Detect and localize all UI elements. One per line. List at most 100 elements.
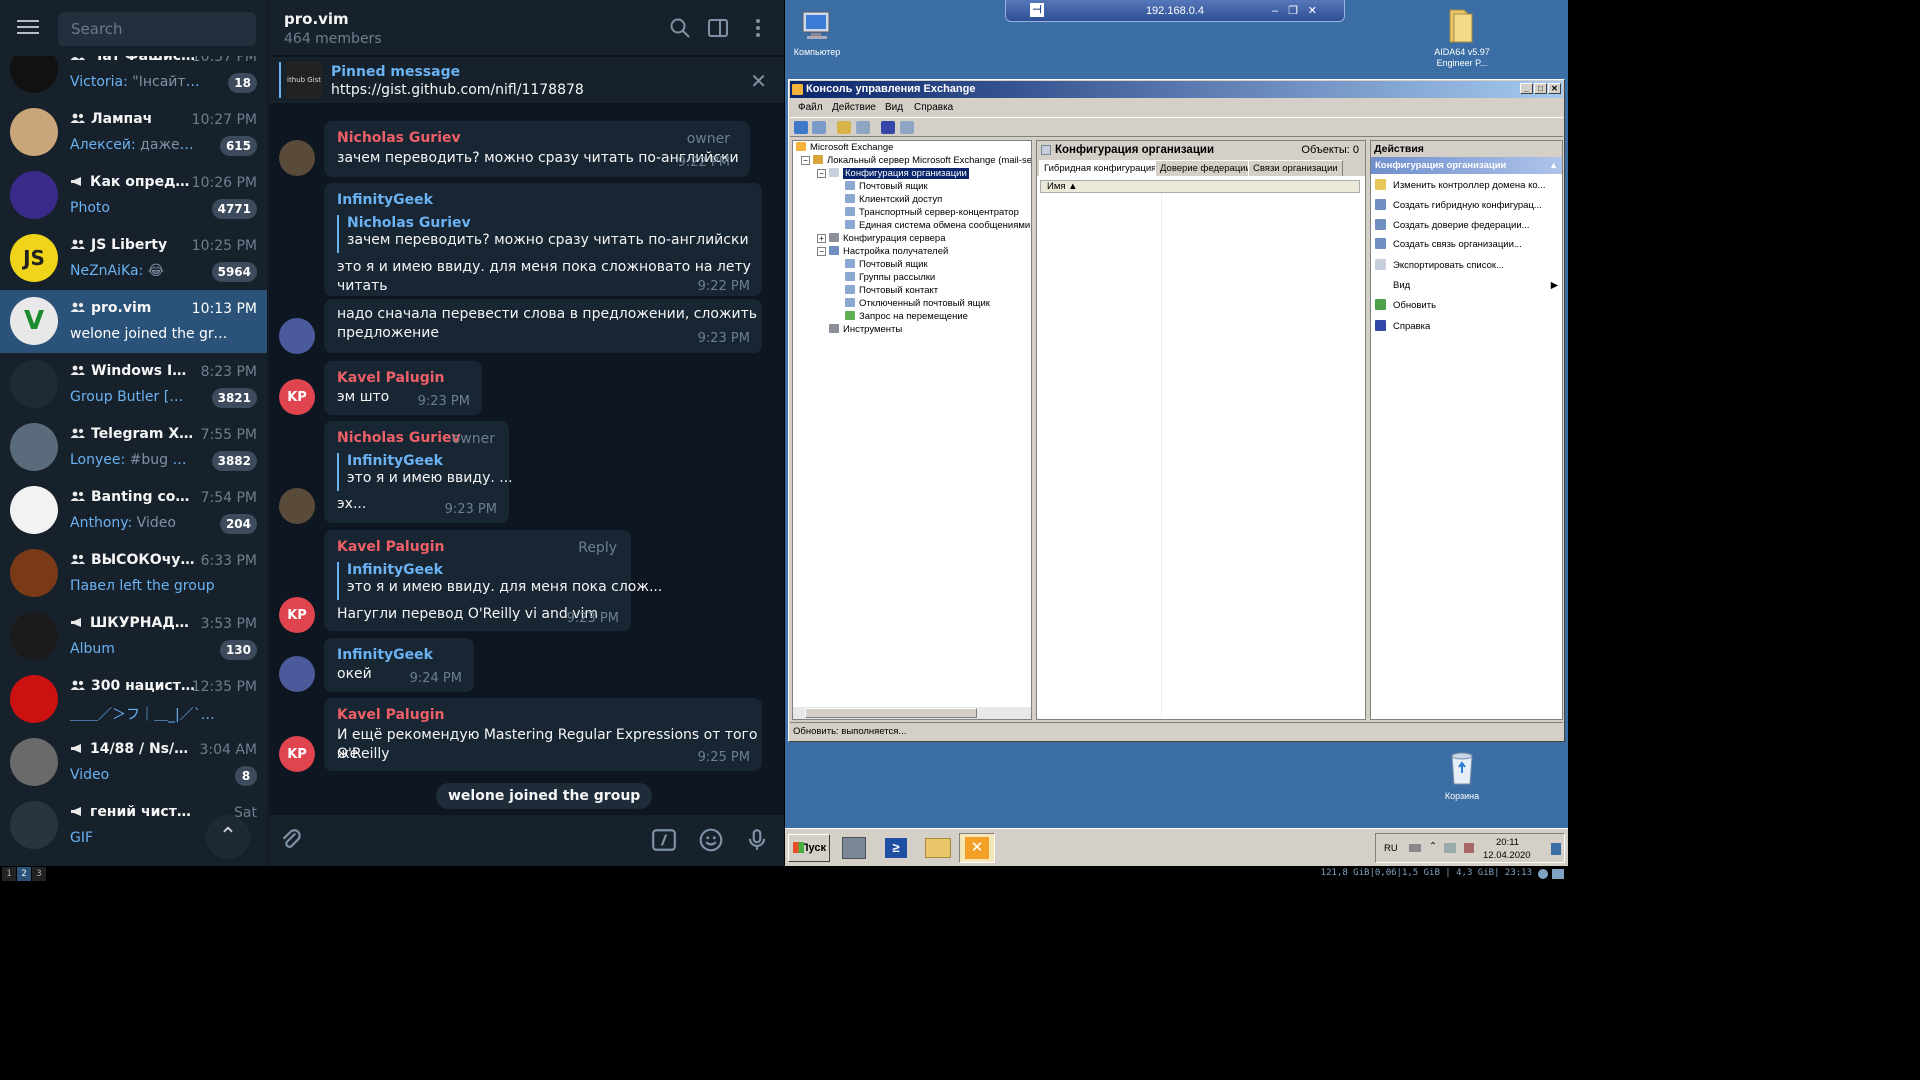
maximize-button[interactable]: □ — [1534, 83, 1547, 94]
chat-list-item[interactable]: JS JS Liberty 10:25 PM NeZnAiKa: 😂 5964 — [0, 227, 267, 290]
reply-quote[interactable]: Nicholas Guriev зачем переводить? можно … — [337, 215, 749, 253]
message-bubble[interactable]: Kavel Palugin эм што 9:23 PM — [324, 361, 482, 415]
message-author[interactable]: Kavel Palugin — [337, 707, 444, 723]
reply-quote[interactable]: InfinityGeek это я и имею ввиду. для мен… — [337, 562, 662, 600]
network-icon[interactable] — [1444, 843, 1456, 853]
action-new-organization-relationship[interactable]: Создать связь организации... — [1375, 237, 1522, 253]
collapse-toggle[interactable]: − — [817, 247, 826, 256]
message-bubble[interactable]: InfinityGeek окей 9:24 PM — [324, 638, 474, 692]
chat-list-item[interactable]: 14/88 / Ns/Wp P...3:04 AM Video 8 — [0, 731, 267, 794]
expand-toggle[interactable]: + — [817, 234, 826, 243]
avatar[interactable] — [279, 656, 315, 692]
show-hide-action-pane-icon[interactable] — [900, 121, 914, 134]
input-language[interactable]: RU — [1384, 843, 1398, 854]
tree-node[interactable]: Отключенный почтовый ящик — [845, 298, 990, 309]
action-new-hybrid-configuration[interactable]: Создать гибридную конфигурац... — [1375, 198, 1542, 214]
tree-node[interactable]: Конфигурация сервера — [829, 233, 946, 244]
desktop-icon-recycle-bin[interactable]: Корзина — [1422, 750, 1502, 802]
avatar[interactable]: KP — [279, 379, 315, 415]
emoji-icon[interactable] — [698, 827, 724, 853]
tab-organization-relationships[interactable]: Связи организации — [1248, 160, 1343, 176]
taskbar-server-manager[interactable] — [836, 833, 872, 863]
show-hide-tree-icon[interactable] — [856, 121, 870, 134]
workspace-2[interactable]: 2 — [17, 867, 31, 881]
volume-icon[interactable] — [1464, 843, 1474, 853]
menu-help[interactable]: Справка — [914, 102, 953, 113]
chat-list-item[interactable]: ВЫСОКОчувст...6:33 PM Павел left the grou… — [0, 542, 267, 605]
desktop-icon-aida64[interactable]: AIDA64 v5.97 Engineer P... — [1422, 6, 1502, 69]
keyboard-icon[interactable] — [1409, 844, 1421, 852]
message-bubble[interactable]: InfinityGeek Nicholas Guriev зачем перев… — [324, 183, 762, 296]
pinned-message-bar[interactable]: ithub Gist Pinned message https://gist.g… — [269, 57, 784, 103]
tree-node[interactable]: Настройка получателей — [829, 246, 948, 257]
taskbar-exchange-console[interactable]: ✕ — [959, 833, 995, 863]
chat-list-item[interactable]: ШКУРНАДЗОР 3:53 PM Album 130 — [0, 605, 267, 668]
chat-list-item[interactable]: Как определи...10:26 PM Photo 4771 — [0, 164, 267, 227]
hamburger-menu-button[interactable] — [14, 16, 42, 40]
minimize-button[interactable]: – — [1272, 0, 1278, 22]
bot-commands-icon[interactable] — [651, 827, 677, 853]
tree-node[interactable]: Конфигурация организации — [829, 168, 969, 179]
attach-icon[interactable] — [278, 827, 304, 853]
message-author[interactable]: Nicholas Guriev — [337, 130, 461, 146]
taskbar-explorer[interactable] — [920, 833, 956, 863]
workspace-3[interactable]: 3 — [32, 867, 46, 881]
taskbar-powershell[interactable]: ≥ — [878, 833, 914, 863]
message-author[interactable]: InfinityGeek — [337, 647, 433, 663]
action-help[interactable]: Справка — [1375, 319, 1430, 335]
avatar[interactable]: KP — [279, 736, 315, 772]
close-icon[interactable]: ✕ — [750, 69, 767, 93]
tree-node[interactable]: Почтовый ящик — [845, 259, 928, 270]
conversation-header[interactable]: pro.vim 464 members — [269, 0, 784, 56]
close-button[interactable]: ✕ — [1308, 0, 1317, 22]
forward-icon[interactable] — [812, 121, 826, 134]
restore-button[interactable]: ❐ — [1288, 0, 1298, 22]
avatar[interactable]: KP — [279, 597, 315, 633]
more-options-icon[interactable] — [746, 16, 770, 40]
avatar[interactable] — [279, 140, 315, 176]
tree-node[interactable]: Единая система обмена сообщениями — [845, 220, 1030, 231]
message-author[interactable]: InfinityGeek — [337, 192, 433, 208]
actions-section-header[interactable]: Конфигурация организации ▴ — [1371, 157, 1562, 174]
help-icon[interactable] — [881, 121, 895, 134]
action-view[interactable]: Вид ▶ — [1375, 278, 1558, 294]
tree-node[interactable]: Инструменты — [829, 324, 902, 335]
clock-date[interactable]: 12.04.2020 — [1483, 850, 1531, 861]
scroll-up-button[interactable]: ⌃ — [206, 815, 250, 859]
message-author[interactable]: Nicholas Guriev — [337, 430, 461, 446]
sidebar-toggle-icon[interactable] — [706, 16, 730, 40]
tab-hybrid-configuration[interactable]: Гибридная конфигурация — [1039, 160, 1162, 176]
tree-node[interactable]: Локальный сервер Microsoft Exchange (mai… — [813, 155, 1031, 166]
start-button[interactable]: Пуск — [788, 834, 830, 862]
message-bubble[interactable]: Nicholas Guriev owner зачем переводить? … — [324, 121, 750, 177]
tree-node[interactable]: Почтовый контакт — [845, 285, 938, 296]
tree-node[interactable]: Группы рассылки — [845, 272, 935, 283]
tree-node[interactable]: Почтовый ящик — [845, 181, 928, 192]
chat-list-item[interactable]: Telegram X And...7:55 PM Lonyee: #bug Tel… — [0, 416, 267, 479]
action-refresh[interactable]: Обновить — [1375, 298, 1436, 314]
chat-list-item[interactable]: Windows Inside...8:23 PM Group Butler [be… — [0, 353, 267, 416]
microphone-icon[interactable] — [744, 827, 770, 853]
reply-quote[interactable]: InfinityGeek это я и имею ввиду. ... — [337, 453, 513, 491]
tree-node[interactable]: Запрос на перемещение — [845, 311, 968, 322]
minimize-button[interactable]: _ — [1520, 83, 1533, 94]
chat-list-item[interactable]: Vpro.vim 10:13 PM welone joined the group — [0, 290, 267, 353]
search-input[interactable] — [58, 12, 256, 46]
avatar[interactable] — [279, 318, 315, 354]
search-icon[interactable] — [668, 16, 692, 40]
message-author[interactable]: Kavel Palugin — [337, 370, 444, 386]
chat-list-item[interactable]: Banting cornerc...7:54 PMAnthony: Video2… — [0, 479, 267, 542]
menu-view[interactable]: Вид — [885, 102, 903, 113]
menu-action[interactable]: Действие — [832, 102, 876, 113]
pin-icon[interactable]: ⊣ — [1030, 3, 1044, 17]
tree-node[interactable]: Microsoft Exchange — [796, 142, 893, 153]
show-desktop-icon[interactable] — [1551, 843, 1561, 855]
collapse-toggle[interactable]: − — [817, 169, 826, 178]
show-hidden-icons[interactable]: ⌃ — [1429, 841, 1437, 852]
chat-list-item[interactable]: 300 нацистов12:35 PM ＿＿／＞フ｜＿_|／`ミ _x ... — [0, 668, 267, 731]
message-author[interactable]: Kavel Palugin — [337, 539, 444, 555]
menu-file[interactable]: Файл — [798, 102, 823, 113]
collapse-toggle[interactable]: − — [801, 156, 810, 165]
close-button[interactable]: ✕ — [1548, 83, 1561, 94]
action-new-federation-trust[interactable]: Создать доверие федерации... — [1375, 218, 1530, 234]
